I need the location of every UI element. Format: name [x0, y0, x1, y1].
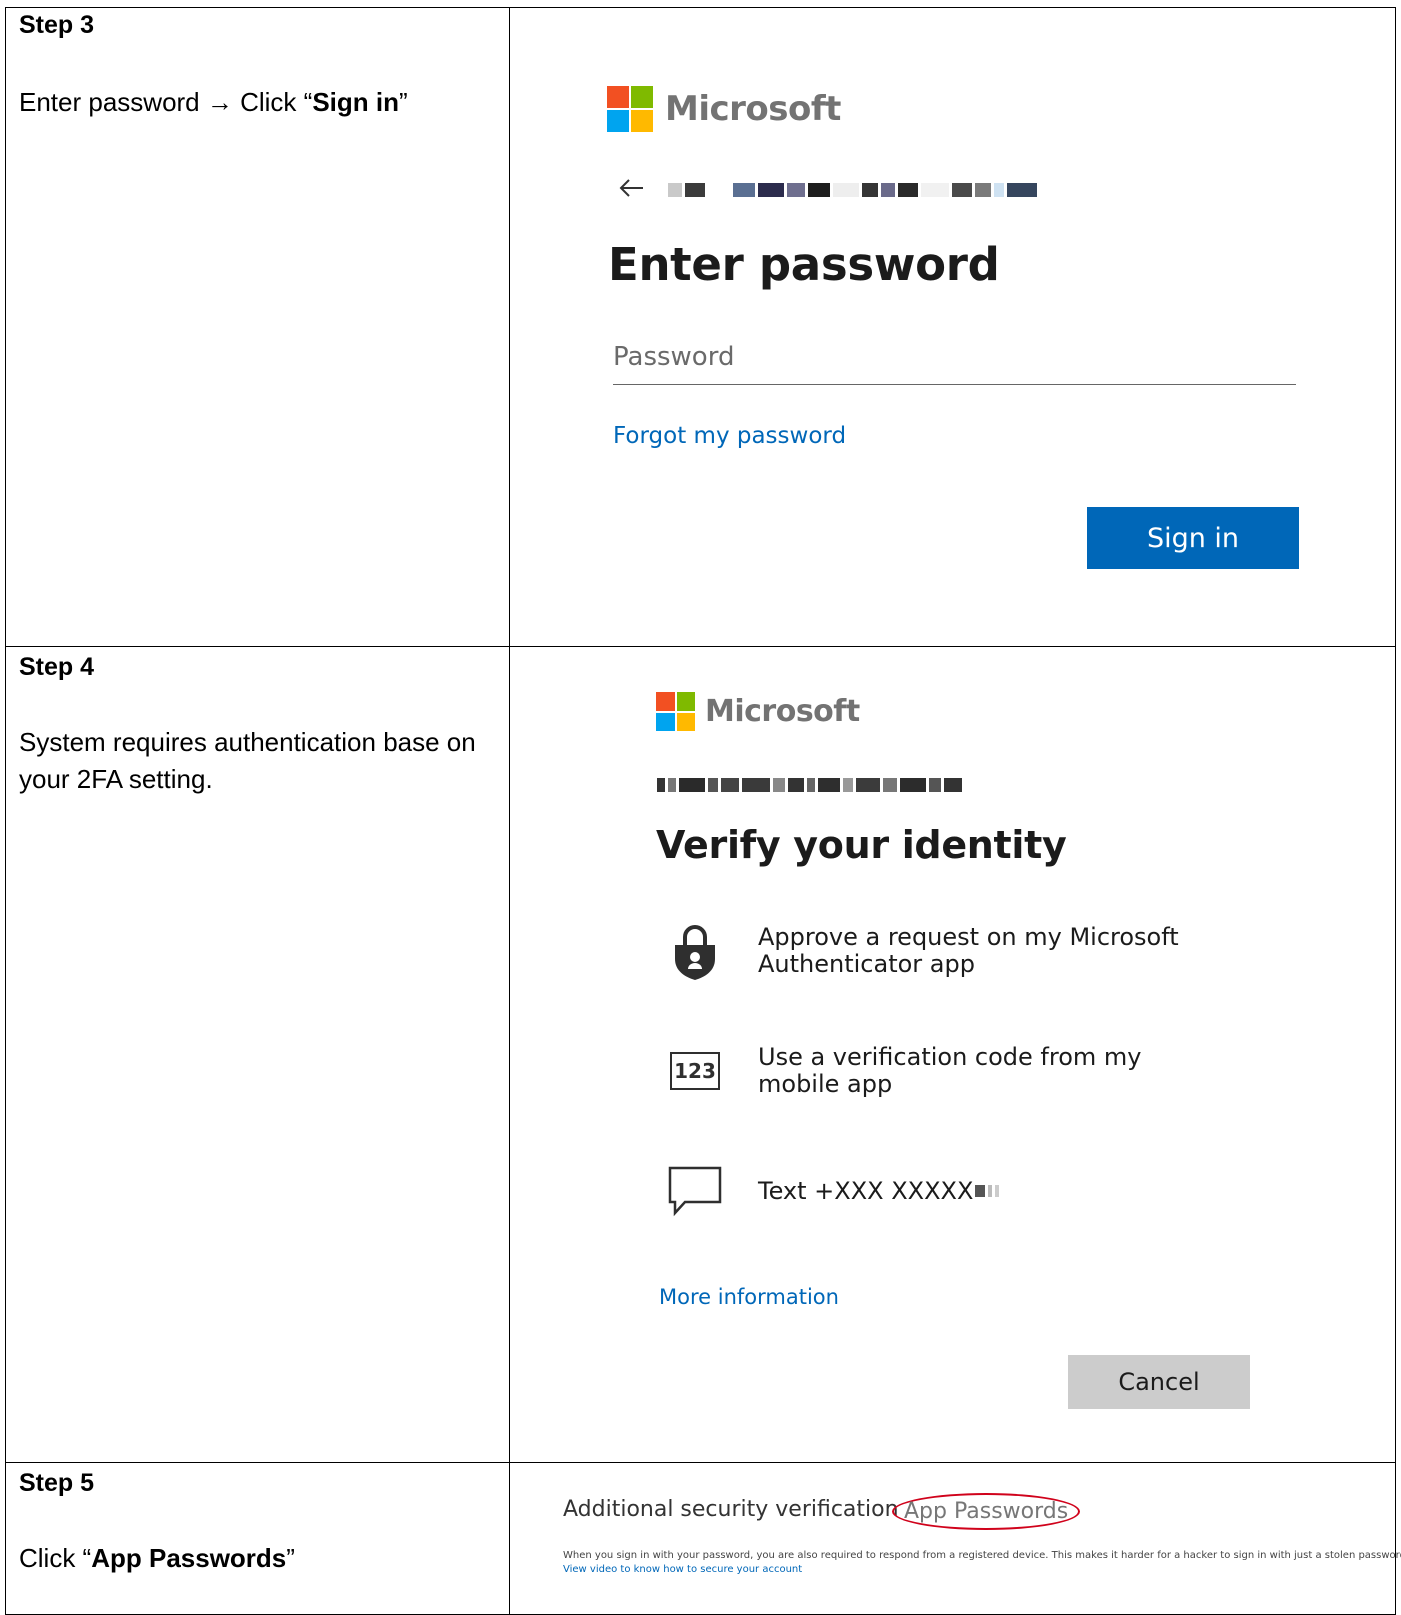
text-phone-number: Text +XXX XXXXX — [758, 1176, 974, 1205]
step-3-description: Enter password → Click “Sign in” — [19, 84, 479, 121]
microsoft-squares-icon — [656, 692, 695, 731]
step-3-desc-suffix: ” — [398, 87, 408, 117]
column-divider — [509, 7, 510, 1615]
option-authenticator[interactable]: Approve a request on my Microsoft Authen… — [660, 916, 1208, 986]
step-3-desc-bold: Sign in — [312, 87, 399, 117]
step-4-title: Step 4 — [19, 653, 95, 681]
masked-phone-digits — [975, 1185, 1000, 1197]
more-information-link[interactable]: More information — [659, 1285, 839, 1309]
step-3-desc-mid: Click “ — [232, 87, 313, 117]
option-authenticator-label: Approve a request on my Microsoft Authen… — [758, 923, 1179, 978]
message-bubble-icon — [660, 1156, 730, 1226]
step-5-desc-bold: App Passwords — [91, 1543, 287, 1573]
masked-email — [668, 183, 1037, 197]
forgot-password-link[interactable]: Forgot my password — [613, 423, 846, 449]
option-verification-code-label: Use a verification code from my mobile a… — [758, 1043, 1142, 1098]
app-passwords-tab[interactable]: App Passwords — [892, 1493, 1081, 1530]
authenticator-lock-icon — [660, 916, 730, 986]
cancel-button[interactable]: Cancel — [1068, 1355, 1250, 1409]
step-4-description: System requires authentication base on y… — [19, 727, 476, 794]
step-3-desc-prefix: Enter password — [19, 87, 207, 117]
step-5-description: Click “App Passwords” — [19, 1540, 479, 1577]
option-text-message-label: Text +XXX XXXXX — [758, 1176, 1208, 1205]
microsoft-logo-verify: Microsoft — [656, 692, 860, 731]
password-input[interactable] — [613, 330, 1296, 385]
sign-in-button[interactable]: Sign in — [1087, 507, 1299, 569]
enter-password-heading: Enter password — [608, 238, 1000, 291]
option-verification-code[interactable]: 123 Use a verification code from my mobi… — [660, 1036, 1208, 1106]
code-123-icon: 123 — [660, 1036, 730, 1106]
step-5-desc-suffix: ” — [286, 1543, 295, 1573]
code-123-text: 123 — [670, 1052, 720, 1090]
arrow-right-icon: → — [206, 87, 233, 117]
row-divider-1 — [5, 646, 1396, 647]
step-5-title: Step 5 — [19, 1469, 95, 1497]
step-5-desc-prefix: Click “ — [19, 1543, 92, 1573]
row-divider-2 — [5, 1462, 1396, 1463]
microsoft-squares-icon — [607, 86, 653, 132]
microsoft-logo: Microsoft — [607, 86, 841, 132]
verify-identity-heading: Verify your identity — [656, 823, 1067, 867]
microsoft-wordmark: Microsoft — [665, 89, 841, 129]
step-3-title: Step 3 — [19, 11, 95, 39]
additional-security-title: Additional security verification — [563, 1497, 899, 1522]
security-fine-print: When you sign in with your password, you… — [563, 1550, 1401, 1561]
masked-account — [657, 778, 962, 792]
microsoft-wordmark: Microsoft — [705, 694, 860, 729]
video-link[interactable]: View video to know how to secure your ac… — [563, 1564, 802, 1575]
option-text-message[interactable]: Text +XXX XXXXX — [660, 1156, 1208, 1226]
back-arrow-icon[interactable] — [617, 176, 645, 200]
